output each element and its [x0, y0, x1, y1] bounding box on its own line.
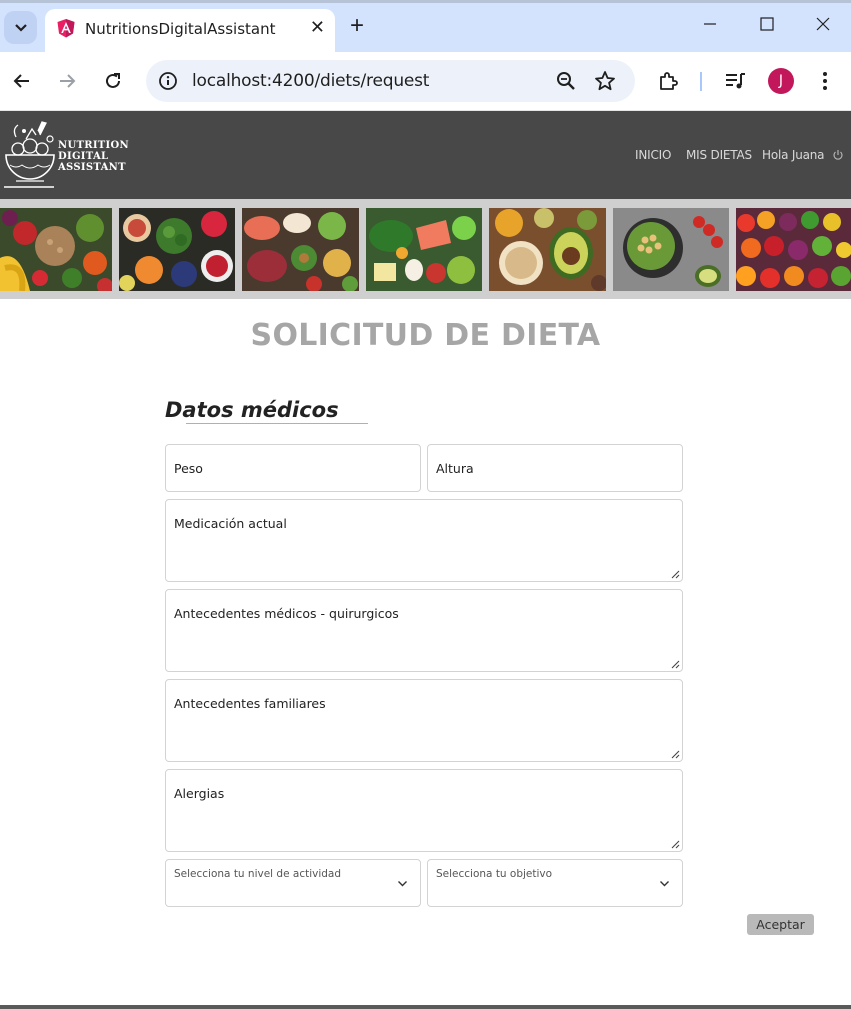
browser-tab-active[interactable]: NutritionsDigitalAssistant ✕ [45, 9, 335, 52]
kebab-menu-icon [823, 72, 827, 90]
reload-button[interactable] [100, 68, 126, 94]
zoom-icon[interactable] [556, 71, 576, 91]
peso-input[interactable]: Peso [165, 444, 421, 492]
bookmark-star-icon[interactable] [594, 70, 616, 92]
extensions-button[interactable] [656, 69, 680, 93]
antecedentes-familiares-textarea[interactable]: Antecedentes familiares [165, 679, 683, 762]
toolbar-divider [700, 72, 702, 91]
objetivo-select[interactable]: Selecciona tu objetivo [427, 859, 683, 907]
playlist-music-icon [726, 73, 745, 89]
medicacion-placeholder: Medicación actual [174, 516, 287, 531]
reload-icon [106, 73, 120, 88]
puzzle-icon [660, 72, 678, 90]
medicacion-textarea[interactable]: Medicación actual [165, 499, 683, 582]
chevron-down-icon [398, 881, 407, 887]
maximize-button[interactable] [755, 12, 779, 36]
minimize-icon [704, 23, 716, 25]
tab-close-button[interactable]: ✕ [310, 17, 325, 38]
close-icon [816, 17, 830, 31]
nav-inicio-link[interactable]: INICIO [635, 148, 671, 162]
fruits-vegetables-photo [0, 208, 112, 291]
taskbar-edge [0, 1005, 851, 1009]
user-greeting: Hola Juana [762, 148, 825, 162]
logo-line-3: ASSISTANT [58, 162, 126, 173]
address-bar[interactable]: localhost:4200/diets/request [146, 60, 635, 102]
peso-placeholder: Peso [174, 461, 203, 476]
food-photo-strip [0, 199, 851, 299]
alergias-placeholder: Alergias [174, 786, 225, 801]
nivel-actividad-label: Selecciona tu nivel de actividad [174, 868, 342, 880]
aceptar-button[interactable]: Aceptar [747, 914, 814, 935]
resize-handle-icon[interactable] [671, 840, 680, 849]
chevron-down-icon [660, 881, 669, 887]
forward-button[interactable] [54, 68, 80, 94]
altura-placeholder: Altura [436, 461, 474, 476]
altura-input[interactable]: Altura [427, 444, 683, 492]
logo-line-2: DIGITAL [58, 151, 109, 162]
app-header: NUTRITION DIGITAL ASSISTANT INICIO MIS D… [0, 111, 851, 199]
media-control-button[interactable] [723, 69, 747, 93]
objetivo-label: Selecciona tu objetivo [436, 868, 553, 880]
section-underline [186, 423, 368, 424]
antecedentes-familiares-placeholder: Antecedentes familiares [174, 696, 326, 711]
tab-search-button[interactable] [4, 11, 37, 44]
arrow-left-icon [13, 74, 29, 88]
avocado-grains-photo [489, 208, 606, 291]
chevron-down-icon [14, 23, 27, 32]
browser-menu-button[interactable] [813, 69, 837, 93]
page-title: SOLICITUD DE DIETA [250, 318, 601, 353]
back-button[interactable] [9, 68, 35, 94]
close-window-button[interactable] [811, 12, 835, 36]
minimize-button[interactable] [698, 12, 722, 36]
tab-title: NutritionsDigitalAssistant [85, 20, 276, 38]
power-icon[interactable] [832, 149, 844, 161]
chickpea-salad-photo [613, 208, 729, 291]
colorful-produce-photo [736, 208, 851, 291]
resize-handle-icon[interactable] [671, 750, 680, 759]
profile-avatar[interactable]: J [768, 68, 794, 94]
salmon-eggs-vegetables-photo [366, 208, 482, 291]
arrow-right-icon [60, 74, 76, 88]
antecedentes-medicos-placeholder: Antecedentes médicos - quirurgicos [174, 606, 399, 621]
logo-line-1: NUTRITION [58, 140, 129, 151]
browser-tab-bar: NutritionsDigitalAssistant ✕ + [0, 0, 851, 52]
browser-toolbar: localhost:4200/diets/request J [0, 52, 851, 111]
site-info-icon[interactable] [158, 71, 178, 91]
nav-mis-dietas-link[interactable]: MIS DIETAS [686, 148, 752, 162]
antecedentes-medicos-textarea[interactable]: Antecedentes médicos - quirurgicos [165, 589, 683, 672]
resize-handle-icon[interactable] [671, 570, 680, 579]
new-tab-button[interactable]: + [350, 12, 364, 40]
nivel-actividad-select[interactable]: Selecciona tu nivel de actividad [165, 859, 421, 907]
vegetables-fruits-bowls-photo [119, 208, 235, 291]
meat-fish-vegetables-photo [242, 208, 359, 291]
url-text[interactable]: localhost:4200/diets/request [192, 71, 429, 91]
angular-favicon-icon [57, 19, 75, 38]
section-title: Datos médicos [165, 398, 339, 422]
logo-text: NUTRITION DIGITAL ASSISTANT [58, 140, 129, 173]
resize-handle-icon[interactable] [671, 660, 680, 669]
window-top-border [0, 0, 851, 3]
alergias-textarea[interactable]: Alergias [165, 769, 683, 852]
maximize-icon [760, 17, 774, 31]
